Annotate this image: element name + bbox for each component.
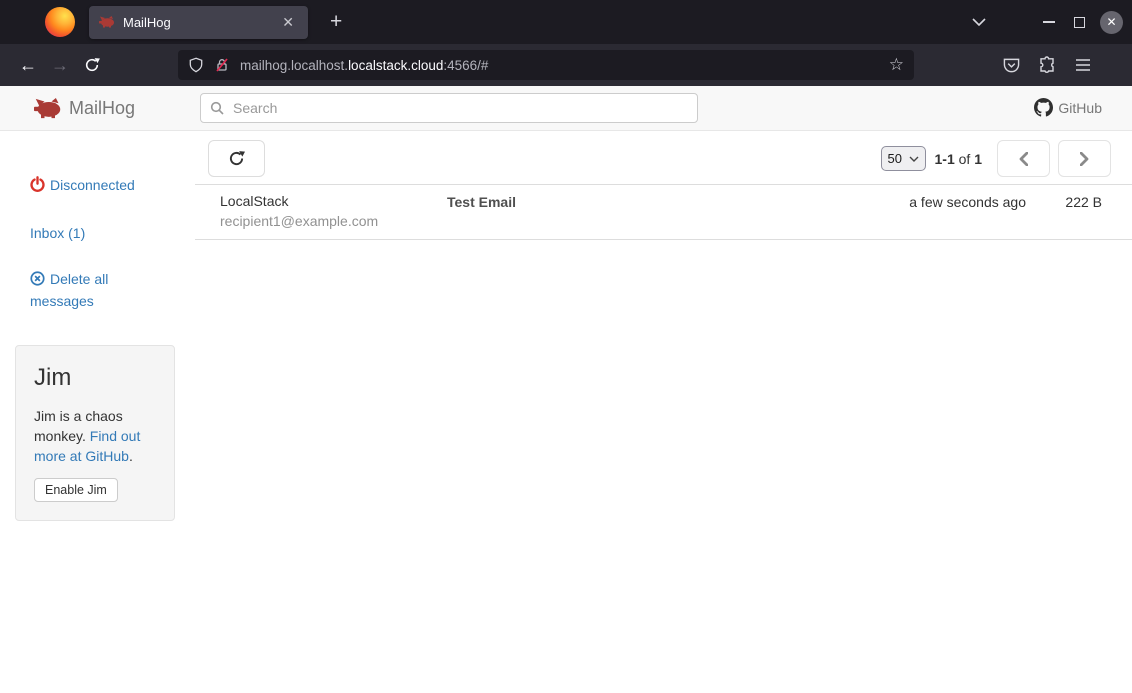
page-size-select[interactable]: 50 bbox=[881, 146, 926, 171]
new-tab-button[interactable]: + bbox=[324, 10, 348, 34]
github-link[interactable]: GitHub bbox=[1034, 98, 1102, 117]
jim-title: Jim bbox=[34, 364, 156, 392]
mailhog-brand[interactable]: MailHog bbox=[34, 98, 135, 119]
tab-title: MailHog bbox=[123, 15, 278, 30]
insecure-lock-icon[interactable] bbox=[214, 57, 230, 73]
bookmark-star-icon[interactable]: ☆ bbox=[889, 55, 904, 75]
list-toolbar: 50 1-1 of 1 bbox=[195, 140, 1132, 177]
message-size: 222 B bbox=[1026, 191, 1132, 231]
mailhog-pig-icon bbox=[34, 98, 62, 119]
chevron-left-icon bbox=[1019, 152, 1028, 166]
disconnected-label: Disconnected bbox=[50, 177, 135, 193]
browser-navbar: ← → mailhog.localhost.localstack.cloud:4… bbox=[0, 44, 1132, 86]
pocket-icon[interactable] bbox=[996, 50, 1026, 80]
message-list-pane: 50 1-1 of 1 LocalStack recipient1@exampl… bbox=[195, 131, 1132, 693]
window-minimize-button[interactable] bbox=[1034, 7, 1064, 37]
enable-jim-button[interactable]: Enable Jim bbox=[34, 478, 118, 502]
reload-button[interactable] bbox=[76, 49, 108, 81]
tab-close-icon[interactable]: ✕ bbox=[278, 13, 298, 31]
list-all-tabs-icon[interactable] bbox=[964, 7, 994, 37]
circle-x-icon bbox=[30, 271, 45, 291]
github-octocat-icon bbox=[1034, 98, 1053, 117]
refresh-icon bbox=[228, 150, 245, 167]
sidebar-item-disconnected[interactable]: Disconnected bbox=[30, 175, 175, 197]
brand-label: MailHog bbox=[69, 98, 135, 119]
chevron-right-icon bbox=[1080, 152, 1089, 166]
window-maximize-button[interactable] bbox=[1064, 7, 1094, 37]
browser-titlebar: MailHog ✕ + ✕ bbox=[0, 0, 1132, 44]
message-from: LocalStack bbox=[220, 191, 447, 211]
search-input[interactable] bbox=[200, 93, 698, 123]
message-time: a few seconds ago bbox=[826, 191, 1026, 231]
message-subject: Test Email bbox=[447, 191, 826, 231]
message-recipient: recipient1@example.com bbox=[220, 211, 447, 231]
window-close-button[interactable]: ✕ bbox=[1100, 11, 1123, 34]
shield-icon[interactable] bbox=[188, 57, 204, 73]
pagination-range: 1-1 of 1 bbox=[935, 151, 983, 167]
prev-page-button[interactable] bbox=[997, 140, 1050, 177]
inbox-label: Inbox (1) bbox=[30, 225, 85, 241]
extensions-puzzle-icon[interactable] bbox=[1032, 50, 1062, 80]
url-bar[interactable]: mailhog.localhost.localstack.cloud:4566/… bbox=[178, 50, 914, 80]
back-button[interactable]: ← bbox=[12, 49, 44, 81]
sidebar-item-delete-all[interactable]: Delete all messages bbox=[30, 269, 148, 311]
firefox-icon bbox=[45, 7, 75, 37]
mailhog-header: MailHog GitHub bbox=[0, 86, 1132, 131]
browser-tab-mailhog[interactable]: MailHog ✕ bbox=[89, 6, 308, 39]
refresh-button[interactable] bbox=[208, 140, 265, 177]
forward-button: → bbox=[44, 49, 76, 81]
message-row[interactable]: LocalStack recipient1@example.com Test E… bbox=[195, 185, 1132, 240]
power-icon bbox=[30, 176, 45, 197]
mailhog-favicon-icon bbox=[99, 16, 115, 28]
url-text: mailhog.localhost.localstack.cloud:4566/… bbox=[240, 58, 488, 73]
github-label: GitHub bbox=[1058, 100, 1102, 116]
chevron-down-icon bbox=[909, 156, 919, 162]
sidebar-item-inbox[interactable]: Inbox (1) bbox=[30, 223, 175, 243]
menu-hamburger-icon[interactable] bbox=[1068, 50, 1098, 80]
sidebar: Disconnected Inbox (1) Delete all messag… bbox=[0, 131, 195, 693]
jim-panel: Jim Jim is a chaos monkey. Find out more… bbox=[15, 345, 175, 521]
next-page-button[interactable] bbox=[1058, 140, 1111, 177]
search-icon bbox=[210, 101, 224, 120]
